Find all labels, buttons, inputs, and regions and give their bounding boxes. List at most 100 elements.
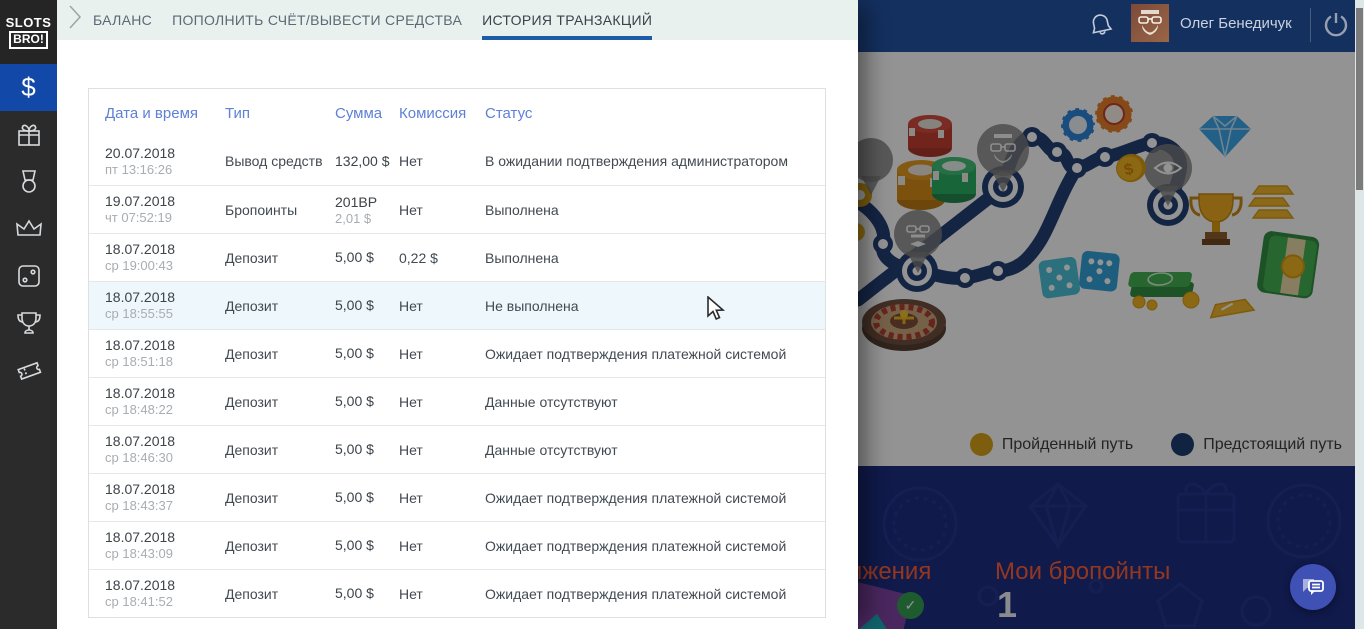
- row-sum: 5,00 $: [335, 441, 374, 457]
- dollar-icon: $: [21, 72, 36, 102]
- medal-icon: [21, 169, 36, 193]
- table-header-row: Дата и время Тип Сумма Комиссия Статус: [89, 89, 825, 137]
- logo-line1: SLOTS: [5, 14, 52, 30]
- row-fee: Нет: [399, 393, 423, 410]
- row-date: 18.07.2018: [105, 337, 176, 353]
- table-row[interactable]: 18.07.2018 ср 18:51:18 Депозит 5,00 $ Не…: [89, 329, 825, 377]
- sidebar-item-bonuses[interactable]: [0, 111, 57, 158]
- row-type: Вывод средств: [225, 153, 323, 169]
- background-page: Олег Бенедичук $ Пройденный путь Предсто…: [858, 0, 1364, 629]
- row-status: Данные отсутствуют: [485, 393, 618, 410]
- table-row[interactable]: 19.07.2018 чт 07:52:19 Бропоинты 201BP 2…: [89, 185, 825, 233]
- avatar[interactable]: [1131, 4, 1169, 42]
- sidebar-item-tickets[interactable]: [0, 346, 57, 393]
- table-row[interactable]: 18.07.2018 ср 18:46:30 Депозит 5,00 $ Не…: [89, 425, 825, 473]
- row-date: 20.07.2018: [105, 144, 176, 161]
- logo[interactable]: SLOTS BRO!: [0, 0, 57, 64]
- col-fee: Комиссия: [399, 104, 467, 122]
- row-time: ср 18:48:22: [105, 402, 173, 417]
- sidebar: SLOTS BRO! $: [0, 0, 57, 629]
- header-divider: [1310, 8, 1311, 42]
- sidebar-item-loyalty[interactable]: [0, 158, 57, 205]
- row-type: Депозит: [225, 537, 279, 554]
- row-sum: 132,00 $: [335, 152, 390, 169]
- tab-transaction-history[interactable]: ИСТОРИЯ ТРАНЗАКЦИЙ: [482, 0, 653, 40]
- row-fee: Нет: [399, 153, 423, 169]
- page-scrollbar[interactable]: [1355, 0, 1364, 629]
- row-type: Депозит: [225, 585, 279, 602]
- row-status: Выполнена: [485, 249, 559, 266]
- row-time: пт 13:16:26: [105, 161, 173, 177]
- sidebar-item-vip[interactable]: [0, 205, 57, 252]
- row-type: Депозит: [225, 441, 279, 458]
- table-row[interactable]: 18.07.2018 ср 18:43:09 Депозит 5,00 $ Не…: [89, 521, 825, 569]
- row-date: 18.07.2018: [105, 481, 176, 497]
- screen: SLOTS BRO! $ БАЛАНС ПОПОЛНИТЬ СЧЁТ/ВЫВЕС…: [0, 0, 1364, 629]
- transactions-table: Дата и время Тип Сумма Комиссия Статус 2…: [88, 88, 826, 618]
- row-sum: 201BP: [335, 193, 378, 210]
- row-date: 18.07.2018: [105, 529, 176, 545]
- row-type: Депозит: [225, 345, 279, 362]
- user-name[interactable]: Олег Бенедичук: [1180, 15, 1292, 32]
- row-time: чт 07:52:19: [105, 210, 172, 225]
- row-date: 19.07.2018: [105, 193, 176, 209]
- row-time: ср 19:00:43: [105, 258, 173, 273]
- row-type: Депозит: [225, 297, 279, 314]
- row-sum: 5,00 $: [335, 489, 374, 505]
- row-time: ср 18:43:37: [105, 498, 173, 513]
- row-type: Бропоинты: [225, 201, 298, 218]
- row-date: 18.07.2018: [105, 241, 176, 257]
- sidebar-item-games[interactable]: [0, 252, 57, 299]
- row-status: Выполнена: [485, 201, 559, 218]
- table-body: 20.07.2018 пт 13:16:26 Вывод средств 132…: [89, 137, 825, 617]
- sidebar-item-tournaments[interactable]: [0, 299, 57, 346]
- row-sum: 5,00 $: [335, 537, 374, 553]
- background-content: $ Пройденный путь Предстоящий путь жения…: [858, 52, 1364, 629]
- balance-modal: БАЛАНС ПОПОЛНИТЬ СЧЁТ/ВЫВЕСТИ СРЕДСТВА И…: [57, 0, 858, 629]
- logo-line2: BRO!: [9, 30, 48, 49]
- row-fee: Нет: [399, 345, 423, 362]
- row-sum: 5,00 $: [335, 585, 374, 601]
- row-date: 18.07.2018: [105, 289, 176, 305]
- row-type: Депозит: [225, 393, 279, 410]
- row-fee: Нет: [399, 585, 423, 602]
- row-sum: 5,00 $: [335, 249, 374, 265]
- table-row[interactable]: 18.07.2018 ср 18:41:52 Депозит 5,00 $ Не…: [89, 569, 825, 617]
- row-sum: 5,00 $: [335, 297, 374, 313]
- crown-icon: [15, 218, 42, 236]
- chat-button[interactable]: [1290, 564, 1336, 610]
- logout-button[interactable]: [1321, 10, 1351, 45]
- row-status: Ожидает подтверждения платежной системой: [485, 537, 787, 554]
- row-time: ср 18:46:30: [105, 450, 173, 465]
- ticket-icon: [16, 361, 41, 380]
- row-time: ср 18:41:52: [105, 594, 173, 609]
- row-status: Ожидает подтверждения платежной системой: [485, 489, 787, 506]
- table-row[interactable]: 18.07.2018 ср 18:55:55 Депозит 5,00 $ Не…: [89, 281, 825, 329]
- row-time: ср 18:51:18: [105, 354, 173, 369]
- row-status: Данные отсутствуют: [485, 441, 618, 458]
- col-status: Статус: [485, 104, 533, 122]
- row-type: Депозит: [225, 249, 279, 266]
- modal-tabbar: БАЛАНС ПОПОЛНИТЬ СЧЁТ/ВЫВЕСТИ СРЕДСТВА И…: [57, 0, 858, 40]
- notifications-button[interactable]: [1088, 11, 1114, 44]
- row-date: 18.07.2018: [105, 577, 176, 593]
- table-row[interactable]: 20.07.2018 пт 13:16:26 Вывод средств 132…: [89, 137, 825, 185]
- chat-icon: [1303, 579, 1324, 595]
- table-row[interactable]: 18.07.2018 ср 19:00:43 Депозит 5,00 $ 0,…: [89, 233, 825, 281]
- row-sum: 5,00 $: [335, 393, 374, 409]
- row-status: Ожидает подтверждения платежной системой: [485, 345, 787, 362]
- tab-deposit-withdraw[interactable]: ПОПОЛНИТЬ СЧЁТ/ВЫВЕСТИ СРЕДСТВА: [172, 0, 462, 40]
- row-type: Депозит: [225, 489, 279, 506]
- table-row[interactable]: 18.07.2018 ср 18:43:37 Депозит 5,00 $ Не…: [89, 473, 825, 521]
- modal-scrim[interactable]: [858, 52, 1364, 629]
- row-status: Не выполнена: [485, 297, 579, 314]
- tab-balance[interactable]: БАЛАНС: [93, 0, 152, 40]
- collapse-chevron-icon[interactable]: [57, 0, 93, 40]
- bell-icon: [1092, 14, 1113, 35]
- col-type: Тип: [225, 104, 251, 122]
- row-date: 18.07.2018: [105, 385, 176, 401]
- row-fee: Нет: [399, 489, 423, 506]
- scrollbar-thumb[interactable]: [1356, 8, 1363, 190]
- table-row[interactable]: 18.07.2018 ср 18:48:22 Депозит 5,00 $ Не…: [89, 377, 825, 425]
- sidebar-item-balance[interactable]: $: [0, 64, 57, 111]
